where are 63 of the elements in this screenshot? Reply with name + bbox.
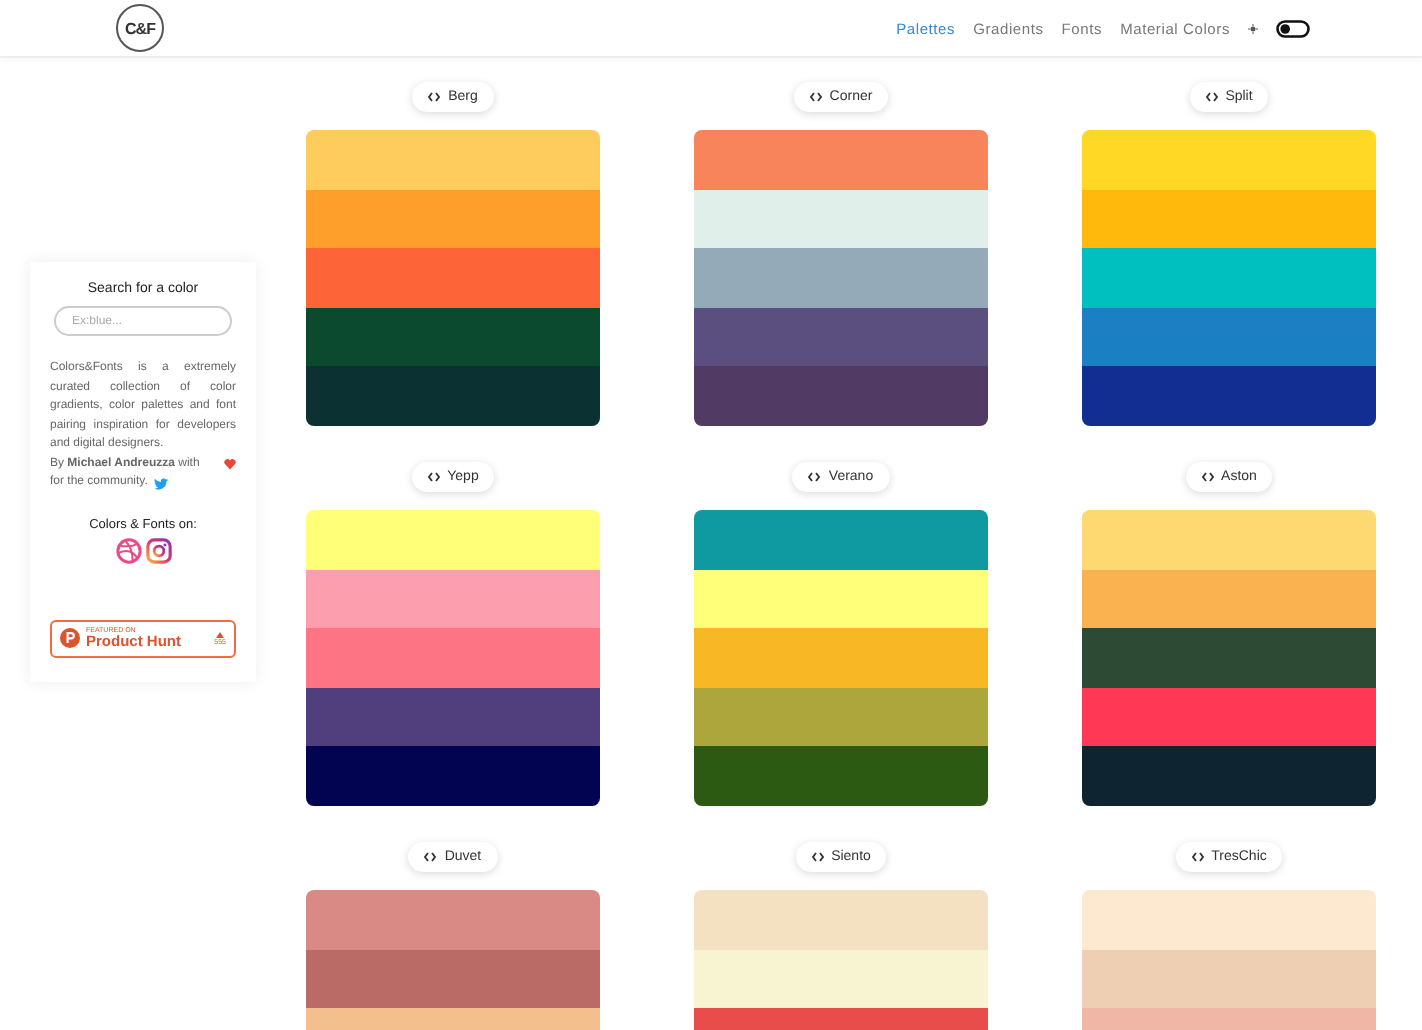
palette-swatch[interactable]: [694, 889, 988, 1030]
code-icon: [1201, 471, 1214, 482]
color-stripe[interactable]: [306, 248, 600, 308]
upvote-icon: [216, 631, 225, 637]
color-stripe[interactable]: [306, 130, 600, 190]
code-icon: [1205, 92, 1218, 102]
color-stripe[interactable]: [1082, 889, 1376, 950]
color-stripe[interactable]: [306, 949, 600, 1009]
color-stripe[interactable]: [1082, 366, 1376, 426]
palette-swatch[interactable]: [1082, 130, 1376, 426]
palette-swatch[interactable]: [306, 889, 600, 1030]
color-stripe[interactable]: [306, 569, 600, 629]
color-stripe[interactable]: [306, 509, 600, 570]
code-icon: [808, 471, 821, 482]
color-stripe[interactable]: [694, 949, 988, 1009]
color-stripe[interactable]: [694, 509, 988, 570]
palette-swatch[interactable]: [694, 130, 988, 426]
color-stripe[interactable]: [694, 248, 988, 308]
color-stripe[interactable]: [306, 307, 600, 367]
color-stripe[interactable]: [1082, 248, 1376, 308]
bird-icon[interactable]: [153, 477, 168, 490]
color-stripe[interactable]: [694, 189, 988, 249]
color-stripe[interactable]: [694, 889, 988, 950]
color-stripe[interactable]: [694, 366, 988, 426]
code-icon: [1191, 851, 1204, 862]
toggle-switch[interactable]: [1276, 19, 1310, 37]
color-stripe[interactable]: [306, 889, 600, 950]
code-icon: [811, 851, 824, 862]
palette-swatch[interactable]: [694, 509, 988, 806]
color-stripe[interactable]: [1082, 569, 1376, 629]
color-stripe[interactable]: [1082, 746, 1376, 806]
basketball-icon[interactable]: [115, 537, 141, 563]
color-stripe[interactable]: [306, 746, 600, 806]
color-stripe[interactable]: [694, 687, 988, 747]
code-icon: [809, 92, 822, 102]
sun-icon: [1248, 23, 1258, 33]
palette-swatch[interactable]: [1082, 889, 1376, 1030]
color-stripe[interactable]: [694, 628, 988, 688]
color-stripe[interactable]: [306, 366, 600, 426]
color-stripe[interactable]: [306, 628, 600, 688]
palette-swatch[interactable]: [1082, 509, 1376, 806]
color-stripe[interactable]: [1082, 687, 1376, 747]
code-icon: [428, 92, 441, 102]
color-stripe[interactable]: [1082, 509, 1376, 570]
color-stripe[interactable]: [694, 746, 988, 806]
camera-icon[interactable]: [145, 537, 171, 563]
color-stripe[interactable]: [694, 307, 988, 367]
color-stripe[interactable]: [1082, 307, 1376, 367]
code-icon: [427, 471, 440, 482]
color-stripe[interactable]: [694, 130, 988, 190]
logo[interactable]: C&F: [116, 4, 164, 52]
color-stripe[interactable]: [1082, 949, 1376, 1009]
color-stripe[interactable]: [1082, 628, 1376, 688]
color-stripe[interactable]: [306, 189, 600, 249]
code-icon: [424, 851, 437, 862]
color-stripe[interactable]: [694, 569, 988, 629]
color-stripe[interactable]: [1082, 189, 1376, 249]
p-logo-icon: [60, 628, 80, 648]
color-stripe[interactable]: [1082, 130, 1376, 190]
palette-swatch[interactable]: [306, 509, 600, 806]
color-stripe[interactable]: [306, 687, 600, 747]
palette-swatch[interactable]: [306, 130, 600, 426]
heart-icon: [224, 458, 236, 471]
